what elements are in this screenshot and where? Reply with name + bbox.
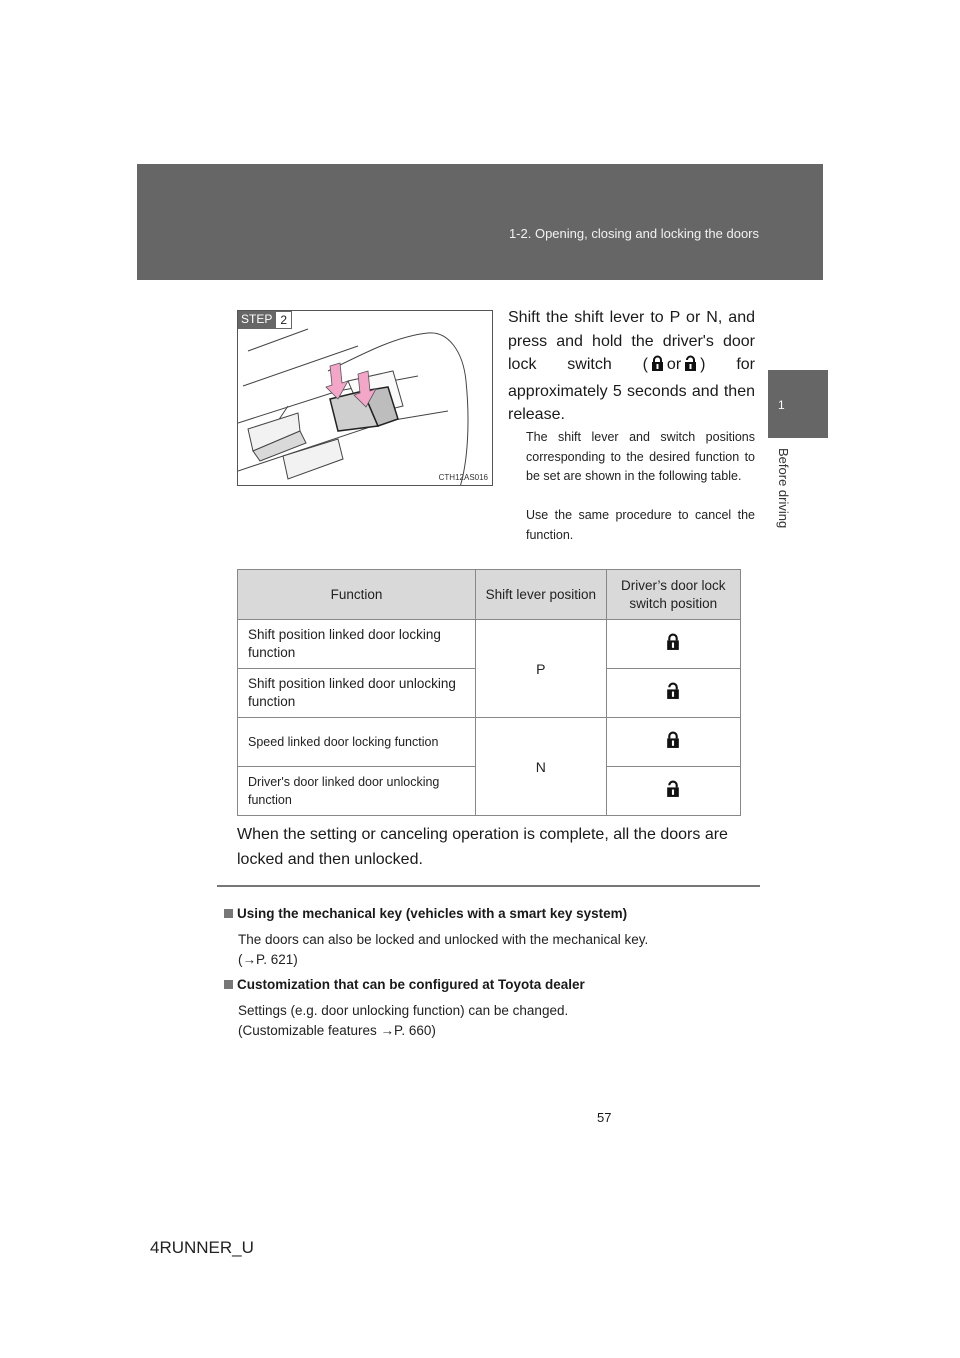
- lock-icon: [666, 731, 680, 752]
- section-title: 1-2. Opening, closing and locking the do…: [508, 226, 759, 241]
- step-number: 2: [275, 311, 293, 329]
- function-cell: Shift position linked door unlocking fun…: [236, 668, 477, 718]
- shift-position-cell: N: [475, 717, 607, 816]
- model-code: 4RUNNER_U: [150, 1238, 254, 1257]
- chapter-number: 1: [778, 398, 785, 412]
- square-bullet-icon: [224, 980, 233, 989]
- note-heading: Customization that can be configured at …: [224, 977, 585, 992]
- step-label: STEP: [238, 311, 276, 329]
- lock-icon: [666, 633, 680, 654]
- step-instruction: Shift the shift lever to P or N, and pre…: [508, 306, 755, 427]
- function-table: Function Shift lever position Driver’s d…: [236, 569, 742, 816]
- note-body-line: The doors can also be locked and unlocke…: [238, 932, 649, 947]
- chapter-tab: 1: [768, 370, 828, 438]
- chapter-label: Before driving: [776, 448, 791, 529]
- step-note-table-reference: The shift lever and switch positions cor…: [526, 430, 755, 483]
- page-number: 57: [597, 1110, 612, 1125]
- function-cell: Shift position linked door locking funct…: [236, 619, 477, 669]
- section-header: 1-2. Opening, closing and locking the do…: [137, 164, 823, 280]
- header-shift-lever-position: Shift lever position: [475, 569, 607, 620]
- lock-icon: [651, 355, 664, 380]
- table-row: Shift position linked door locking funct…: [236, 619, 742, 718]
- door-lock-switch-illustration: STEP 2 CTH12AS016: [237, 310, 493, 486]
- step-note-cancel: Use the same procedure to cancel the fun…: [526, 508, 755, 542]
- step-text-or: or: [666, 356, 682, 374]
- square-bullet-icon: [224, 909, 233, 918]
- shift-position-cell: P: [475, 619, 607, 718]
- header-switch-position: Driver’s door lock switch position: [605, 569, 742, 620]
- step-badge: STEP 2: [238, 311, 293, 329]
- note-heading-text: Using the mechanical key (vehicles with …: [237, 906, 628, 921]
- unlock-icon: [666, 780, 680, 801]
- door-panel-drawing: [238, 328, 469, 485]
- function-cell: Driver's door linked door unlocking func…: [236, 766, 477, 816]
- switch-position-cell: [605, 717, 742, 767]
- figure-code: CTH12AS016: [438, 473, 488, 482]
- note-body: Settings (e.g. door unlocking function) …: [238, 1001, 568, 1041]
- unlock-icon: [666, 682, 680, 703]
- note-body-line: Settings (e.g. door unlocking function) …: [238, 1003, 569, 1018]
- header-function: Function: [236, 569, 477, 620]
- switch-position-cell: [605, 668, 742, 718]
- page-reference-link[interactable]: (→P. 621): [238, 950, 648, 970]
- switch-position-cell: [605, 619, 742, 669]
- note-body: The doors can also be locked and unlocke…: [238, 930, 648, 970]
- note-heading-text: Customization that can be configured at …: [237, 977, 585, 992]
- unlock-icon: [684, 355, 697, 380]
- table-row: Speed linked door locking function N: [236, 717, 742, 816]
- note-heading: Using the mechanical key (vehicles with …: [224, 906, 627, 921]
- completion-note: When the setting or canceling operation …: [237, 826, 728, 868]
- switch-position-cell: [605, 766, 742, 816]
- function-cell: Speed linked door locking function: [236, 717, 477, 767]
- page-reference-link[interactable]: (Customizable features →P. 660): [238, 1021, 568, 1041]
- section-divider: [217, 885, 760, 887]
- table-header-row: Function Shift lever position Driver’s d…: [236, 569, 742, 620]
